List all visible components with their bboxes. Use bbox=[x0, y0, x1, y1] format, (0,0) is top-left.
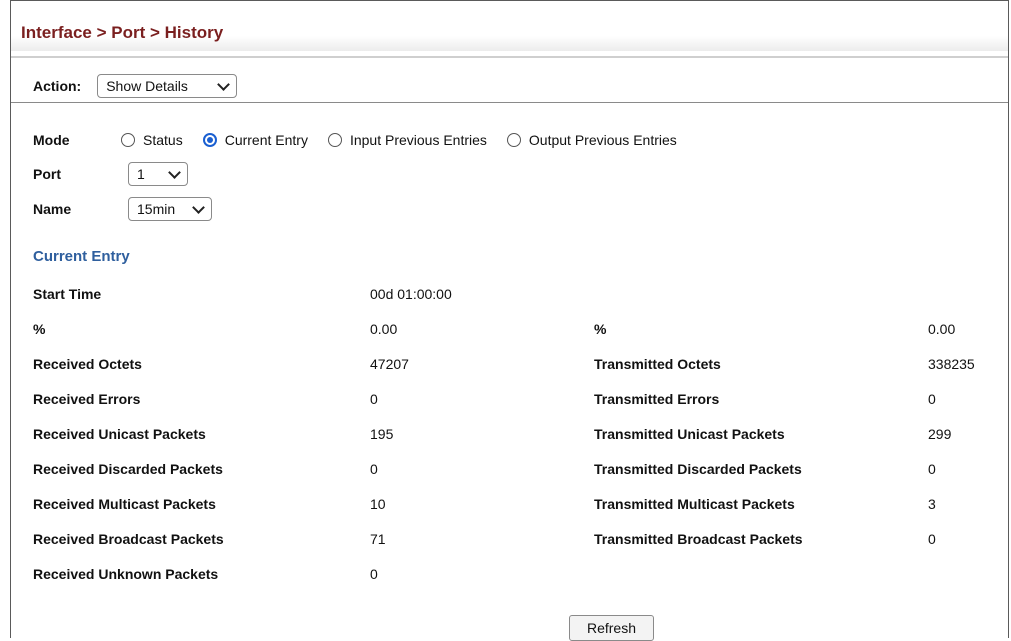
port-select-value: 1 bbox=[137, 166, 145, 182]
stat-value: 0 bbox=[928, 461, 936, 477]
stat-value: 195 bbox=[370, 426, 394, 442]
mode-option-input-previous-entries[interactable]: Input Previous Entries bbox=[327, 132, 487, 148]
stat-label: Transmitted Errors bbox=[594, 391, 720, 407]
stat-label: Transmitted Unicast Packets bbox=[594, 426, 785, 442]
stat-value: 0 bbox=[928, 391, 936, 407]
action-divider bbox=[11, 102, 1008, 103]
stat-label: Transmitted Broadcast Packets bbox=[594, 531, 803, 547]
stat-value: 0.00 bbox=[370, 321, 398, 337]
mode-option-status[interactable]: Status bbox=[121, 132, 183, 148]
stat-label: % bbox=[33, 321, 46, 337]
stat-value: 3 bbox=[928, 496, 936, 512]
mode-option-output-previous-entries[interactable]: Output Previous Entries bbox=[506, 132, 677, 148]
stat-label: Received Errors bbox=[33, 391, 141, 407]
action-select-value: Show Details bbox=[106, 78, 188, 94]
stat-value: 0 bbox=[928, 531, 936, 547]
radio-unchecked-icon[interactable] bbox=[121, 133, 135, 147]
refresh-button[interactable]: Refresh bbox=[569, 615, 654, 641]
chevron-down-icon bbox=[192, 200, 205, 214]
port-label: Port bbox=[33, 166, 61, 182]
action-select[interactable]: Show Details bbox=[97, 74, 238, 98]
radio-unchecked-icon[interactable] bbox=[506, 133, 521, 147]
stat-value: 47207 bbox=[370, 356, 409, 372]
stat-label: Transmitted Discarded Packets bbox=[594, 461, 802, 477]
page-title: Interface > Port > History bbox=[21, 23, 224, 42]
action-label: Action: bbox=[33, 78, 82, 94]
stat-label: Transmitted Octets bbox=[594, 356, 721, 372]
port-select[interactable]: 1 bbox=[128, 162, 188, 186]
page-frame: Interface > Port > History Action: Show … bbox=[10, 0, 1009, 641]
chevron-down-icon bbox=[217, 77, 231, 91]
name-label: Name bbox=[33, 201, 72, 217]
stat-label: Received Octets bbox=[33, 356, 142, 372]
stat-label: Received Discarded Packets bbox=[33, 461, 223, 477]
mode-option-label: Current Entry bbox=[224, 132, 308, 148]
stat-label: Received Multicast Packets bbox=[33, 496, 216, 512]
stat-value: 71 bbox=[370, 531, 386, 547]
stat-value: 338235 bbox=[928, 356, 975, 372]
mode-option-current-entry[interactable]: Current Entry bbox=[202, 132, 308, 148]
stat-label: Transmitted Multicast Packets bbox=[594, 496, 795, 512]
mode-option-label: Status bbox=[143, 132, 183, 148]
title-bar: Interface > Port > History bbox=[11, 1, 1008, 51]
stat-label: Received Unicast Packets bbox=[33, 426, 206, 442]
stat-value: 0.00 bbox=[928, 321, 956, 337]
stat-label: Received Broadcast Packets bbox=[33, 531, 224, 547]
stat-value: 0 bbox=[370, 566, 378, 582]
mode-row: Mode Status Current Entry Input Previous… bbox=[33, 129, 697, 151]
mode-option-label: Output Previous Entries bbox=[528, 132, 677, 148]
radio-unchecked-icon[interactable] bbox=[327, 133, 342, 147]
stat-value: 10 bbox=[370, 496, 386, 512]
stat-value: 0 bbox=[370, 391, 378, 407]
chevron-down-icon bbox=[168, 165, 181, 179]
stat-label: % bbox=[594, 321, 607, 337]
stat-value: 00d 01:00:00 bbox=[370, 286, 452, 302]
name-select-value: 15min bbox=[137, 201, 176, 217]
stat-label: Start Time bbox=[33, 286, 102, 302]
radio-checked-icon[interactable] bbox=[202, 133, 217, 147]
action-row: Action: Show Details bbox=[33, 73, 238, 99]
section-heading: Current Entry bbox=[33, 248, 130, 265]
title-divider bbox=[11, 56, 1008, 58]
mode-option-label: Input Previous Entries bbox=[349, 132, 487, 148]
port-row: Port 1 bbox=[33, 161, 188, 187]
name-select[interactable]: 15min bbox=[128, 197, 212, 221]
name-row: Name 15min bbox=[33, 196, 212, 222]
stat-value: 299 bbox=[928, 426, 952, 442]
stat-value: 0 bbox=[370, 461, 378, 477]
stat-label: Received Unknown Packets bbox=[33, 566, 219, 582]
mode-label: Mode bbox=[33, 132, 70, 148]
